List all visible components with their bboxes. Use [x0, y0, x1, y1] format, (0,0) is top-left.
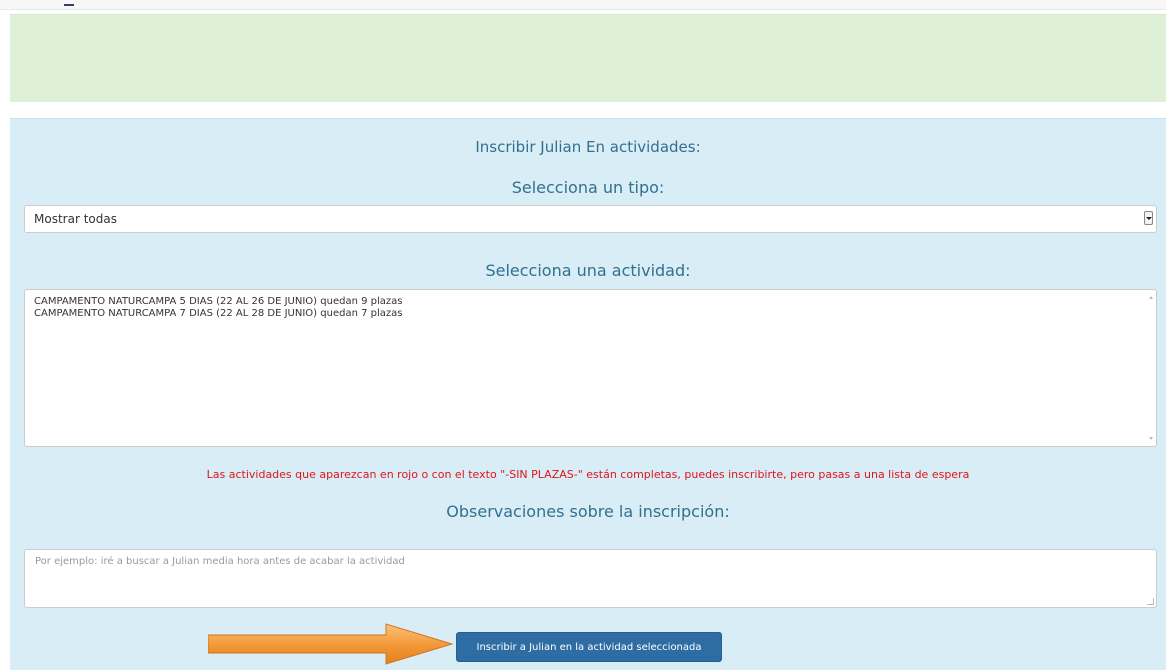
- type-heading: Selecciona un tipo:: [511, 178, 665, 197]
- activity-option[interactable]: CAMPAMENTO NATURCAMPA 5 DIAS (22 AL 26 D…: [34, 296, 1156, 308]
- activity-heading: Selecciona una actividad:: [485, 261, 691, 280]
- notes-heading: Observaciones sobre la inscripción:: [446, 502, 730, 521]
- scroll-up-icon[interactable]: [1149, 296, 1153, 299]
- activity-option[interactable]: CAMPAMENTO NATURCAMPA 7 DIAS (22 AL 28 D…: [34, 308, 1156, 320]
- type-select[interactable]: Mostrar todas: [24, 205, 1157, 233]
- activity-listbox[interactable]: CAMPAMENTO NATURCAMPA 5 DIAS (22 AL 26 D…: [24, 289, 1157, 447]
- resize-grip-icon[interactable]: [1147, 598, 1154, 605]
- enrollment-title: Inscribir Julian En actividades:: [475, 138, 701, 156]
- type-select-value: Mostrar todas: [34, 212, 117, 226]
- scroll-down-icon[interactable]: [1149, 437, 1153, 440]
- notes-placeholder: Por ejemplo: iré a buscar a Julian media…: [35, 556, 405, 567]
- top-bar: [0, 0, 1166, 10]
- top-bar-mark: [64, 4, 74, 6]
- success-panel: [10, 14, 1166, 102]
- submit-enrollment-button[interactable]: Inscribir a Julian en la actividad selec…: [456, 632, 722, 662]
- arrow-right-icon: [208, 623, 454, 665]
- waitlist-warning: Las actividades que aparezcan en rojo o …: [206, 468, 970, 481]
- chevron-down-icon[interactable]: [1144, 211, 1153, 225]
- notes-textarea[interactable]: Por ejemplo: iré a buscar a Julian media…: [24, 549, 1157, 608]
